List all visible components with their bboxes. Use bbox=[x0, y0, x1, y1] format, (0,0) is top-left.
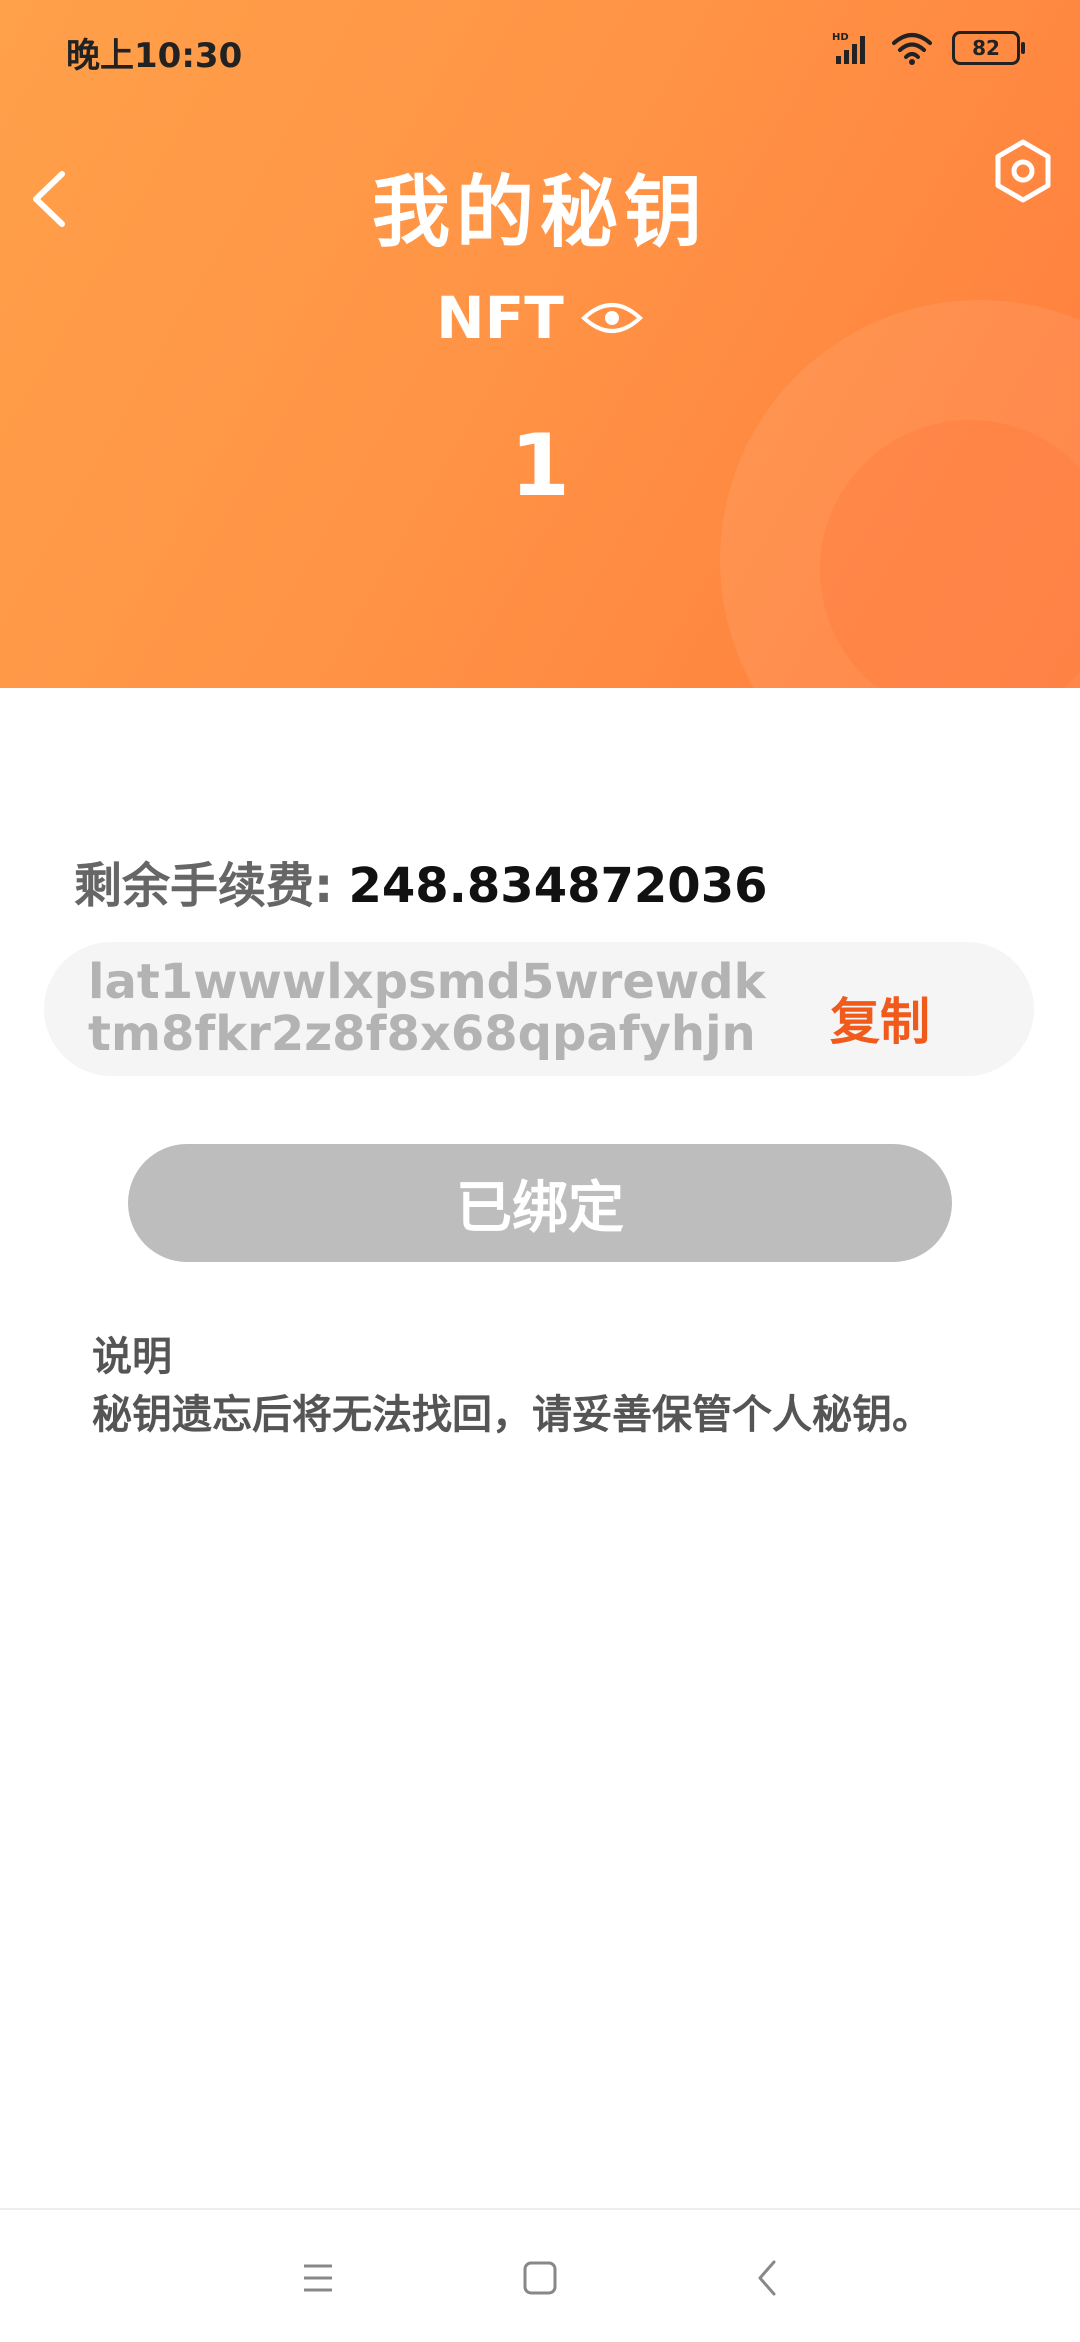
copy-button[interactable]: 复制 bbox=[830, 982, 930, 1054]
header: 晚上10:30 HD 82 我的秘钥 NFT 1 bbox=[0, 0, 1080, 688]
address-text: lat1wwwlxpsmd5wrewdktm8fkr2z8f8x68qpafyh… bbox=[88, 954, 766, 1062]
asset-row: NFT bbox=[0, 284, 1080, 352]
note-body: 秘钥遗忘后将无法找回，请妥善保管个人秘钥。 bbox=[92, 1392, 932, 1438]
asset-label: NFT bbox=[436, 284, 564, 352]
status-icons: HD 82 bbox=[832, 28, 1025, 68]
battery-icon: 82 bbox=[952, 31, 1025, 65]
page-title: 我的秘钥 bbox=[371, 168, 708, 258]
menu-icon[interactable] bbox=[290, 2250, 346, 2306]
address-box: lat1wwwlxpsmd5wrewdktm8fkr2z8f8x68qpafyh… bbox=[44, 942, 1034, 1076]
wifi-icon bbox=[892, 33, 932, 65]
home-icon[interactable] bbox=[512, 2250, 568, 2306]
asset-count: 1 bbox=[510, 416, 570, 516]
svg-text:HD: HD bbox=[832, 32, 849, 43]
bound-button[interactable]: 已绑定 bbox=[128, 1144, 952, 1262]
eye-icon[interactable] bbox=[580, 298, 644, 338]
fee-label: 剩余手续费: bbox=[74, 858, 334, 914]
system-nav-bar bbox=[0, 2208, 1080, 2342]
signal-icon: HD bbox=[832, 32, 865, 64]
note-title: 说明 bbox=[92, 1334, 172, 1380]
status-time: 晚上10:30 bbox=[66, 36, 243, 76]
fee-value: 248.834872036 bbox=[348, 858, 768, 914]
fee-row: 剩余手续费: 248.834872036 bbox=[74, 846, 767, 916]
nav-back-icon[interactable] bbox=[740, 2250, 796, 2306]
